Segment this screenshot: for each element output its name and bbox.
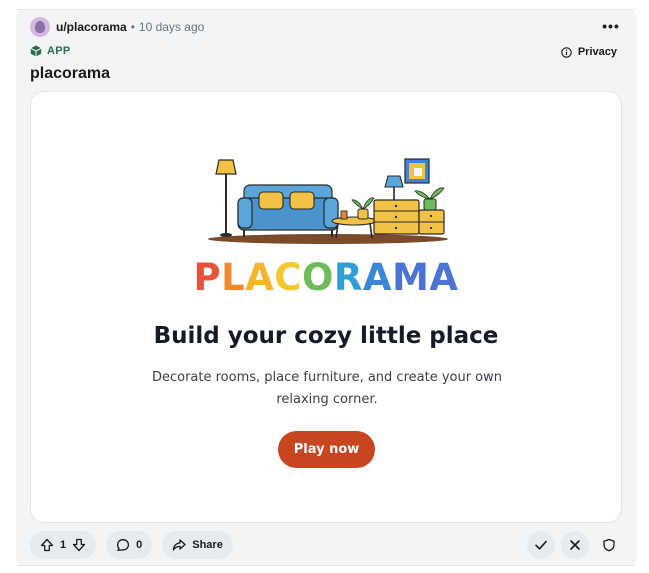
more-options-button[interactable]: ••• xyxy=(599,16,623,36)
approve-button[interactable] xyxy=(527,531,555,559)
post-header: u/placorama • 10 days ago xyxy=(30,16,204,38)
vote-count: 1 xyxy=(60,539,67,551)
logo-letter: O xyxy=(301,256,334,299)
play-now-button[interactable]: Play now xyxy=(278,431,375,468)
vote-control: 1 xyxy=(30,531,97,559)
check-icon xyxy=(535,540,547,550)
comment-icon xyxy=(117,539,130,552)
more-icon: ••• xyxy=(602,18,620,34)
share-icon xyxy=(173,539,186,551)
logo-letter: A xyxy=(429,256,459,299)
post-card: u/placorama • 10 days ago ••• APP Privac… xyxy=(16,10,637,565)
mod-shield-button[interactable] xyxy=(595,531,623,559)
app-badge: APP xyxy=(30,45,71,57)
post-timestamp: 10 days ago xyxy=(138,20,205,34)
avatar[interactable] xyxy=(30,17,50,37)
logo-letter: P xyxy=(193,256,222,299)
logo-letter: M xyxy=(392,256,430,299)
separator-dot: • xyxy=(130,20,135,34)
shield-icon xyxy=(603,538,615,552)
app-description: Decorate rooms, place furniture, and cre… xyxy=(151,370,503,407)
placorama-logo: PLACORAMA xyxy=(31,256,621,299)
logo-letter: A xyxy=(245,256,275,299)
info-icon xyxy=(561,46,572,58)
bottom-divider xyxy=(16,565,637,566)
mod-actions xyxy=(521,530,623,560)
username-link[interactable]: u/placorama xyxy=(56,20,127,34)
logo-letter: R xyxy=(333,256,363,299)
share-button[interactable]: Share xyxy=(162,531,233,559)
living-room-illustration xyxy=(208,158,448,244)
share-label: Share xyxy=(192,539,223,551)
arrow-up-icon[interactable] xyxy=(40,538,54,552)
logo-letter: L xyxy=(221,256,246,299)
remove-button[interactable] xyxy=(561,531,589,559)
privacy-link[interactable]: Privacy xyxy=(561,46,617,58)
app-embed-card: PLACORAMA Build your cozy little place D… xyxy=(30,91,622,523)
action-bar: 1 0 Share xyxy=(30,530,243,560)
app-cube-icon xyxy=(30,45,42,57)
comments-button[interactable]: 0 xyxy=(106,531,153,559)
logo-letter: C xyxy=(274,256,302,299)
privacy-label: Privacy xyxy=(577,46,617,58)
logo-letter: A xyxy=(362,256,393,299)
close-icon xyxy=(570,540,580,550)
comment-count: 0 xyxy=(136,539,143,551)
app-badge-label: APP xyxy=(47,45,71,57)
arrow-down-icon[interactable] xyxy=(72,538,86,552)
app-headline: Build your cozy little place xyxy=(153,323,499,349)
post-title[interactable]: placorama xyxy=(30,65,110,83)
